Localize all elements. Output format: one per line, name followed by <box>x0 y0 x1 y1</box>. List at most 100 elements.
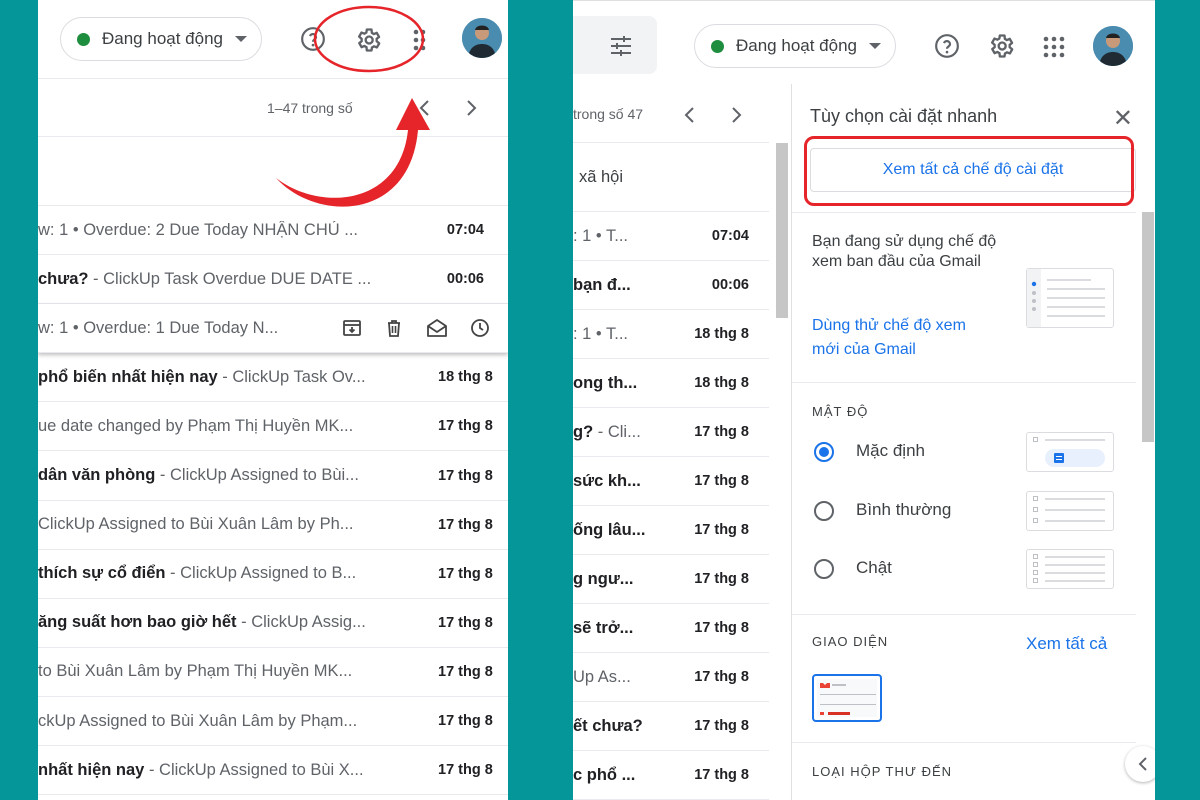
email-row[interactable]: ue date changed by Phạm Thị Huyền MK... 1… <box>38 402 508 452</box>
email-row[interactable]: sức kh... 17 thg 8 <box>573 457 769 506</box>
density-radio[interactable] <box>814 559 834 579</box>
email-time: 17 thg 8 <box>438 516 493 533</box>
density-header: MẬT ĐỘ <box>812 404 869 419</box>
theme-thumbnail[interactable] <box>812 674 882 722</box>
email-subject: nhất hiện nay <box>38 760 145 779</box>
email-snippet: ết chưa? <box>573 717 679 736</box>
view-preview-thumbnail <box>1026 268 1114 328</box>
email-row[interactable]: sẽ trở... 17 thg 8 <box>573 604 769 653</box>
section-divider <box>792 382 1136 383</box>
email-row[interactable]: nhất hiện nay - ClickUp Assigned to Bùi … <box>38 746 508 796</box>
email-row[interactable]: : 1 • T... 07:04 <box>573 212 769 261</box>
email-time: 17 thg 8 <box>438 614 493 631</box>
email-snippet: Up As... <box>573 668 679 687</box>
chevron-right-icon[interactable] <box>727 104 747 126</box>
gear-icon[interactable] <box>987 32 1015 60</box>
email-snippet: bạn đ... <box>573 276 679 295</box>
email-preview: - ClickUp Assigned to B... <box>165 564 357 583</box>
snooze-icon[interactable] <box>470 318 490 338</box>
email-row[interactable]: thích sự cổ điển - ClickUp Assigned to B… <box>38 550 508 599</box>
close-icon[interactable]: ✕ <box>1113 104 1133 133</box>
email-time: 17 thg 8 <box>438 467 493 484</box>
email-time: 17 thg 8 <box>694 424 749 440</box>
email-time: 17 thg 8 <box>694 522 749 538</box>
email-snippet: to Bùi Xuân Lâm by Phạm Thị Huyền MK... <box>38 662 438 681</box>
email-snippet: phổ biến nhất hiện nay - ClickUp Task Ov… <box>38 368 438 387</box>
top-border <box>573 0 1155 1</box>
email-row[interactable]: ong th... 18 thg 8 <box>573 359 769 408</box>
email-preview: ue date changed by Phạm Thị Huyền MK... <box>38 416 354 435</box>
email-snippet: ong th... <box>573 374 679 393</box>
chevron-left-icon[interactable] <box>679 104 699 126</box>
theme-see-all-link[interactable]: Xem tất cả <box>1026 634 1107 654</box>
preview-line <box>1045 556 1105 558</box>
section-divider <box>792 614 1136 615</box>
email-time: 07:04 <box>711 228 749 244</box>
collapse-panel-button[interactable] <box>1125 746 1155 782</box>
email-subject: ong th... <box>573 373 638 392</box>
email-time: 17 thg 8 <box>694 620 749 636</box>
email-preview: : 1 • T... <box>573 226 628 245</box>
email-row[interactable]: g? - Cli... 17 thg 8 <box>573 408 769 457</box>
email-snippet: ClickUp Assigned to Bùi Xuân Lâm by Ph..… <box>38 515 438 534</box>
right-screenshot: Đang hoạt động trong số 47 xã hội : 1 • … <box>573 0 1155 800</box>
email-preview: Up As... <box>573 667 631 686</box>
quick-settings-title: Tùy chọn cài đặt nhanh <box>810 106 998 126</box>
email-row[interactable]: chưa? - ClickUp Task Overdue DUE DATE ..… <box>38 255 508 305</box>
email-row[interactable]: to Bùi Xuân Lâm by Phạm Thị Huyền MK... 1… <box>38 648 508 697</box>
email-snippet: g ngư... <box>573 570 679 589</box>
email-row[interactable]: c phổ ... 17 thg 8 <box>573 751 769 800</box>
highlight-circle <box>313 5 425 73</box>
help-icon[interactable] <box>934 33 960 59</box>
row-actions <box>342 318 508 338</box>
email-preview: ClickUp Assigned to Bùi Xuân Lâm by Ph..… <box>38 515 354 534</box>
category-tab-label[interactable]: xã hội <box>579 168 623 187</box>
preview-checkbox <box>1033 578 1038 583</box>
email-row[interactable]: dân văn phòng - ClickUp Assigned to Bùi.… <box>38 452 508 501</box>
email-row[interactable]: ết chưa? 17 thg 8 <box>573 702 769 751</box>
preview-line <box>1045 519 1105 522</box>
email-time: 18 thg 8 <box>694 326 749 342</box>
email-time: 17 thg 8 <box>438 713 493 729</box>
email-row[interactable]: ăng suất hơn bao giờ hết - ClickUp Assig… <box>38 599 508 648</box>
email-row[interactable]: : 1 • T... 18 thg 8 <box>573 310 769 359</box>
pager-divider <box>573 142 769 143</box>
left-screenshot: Đang hoạt động 1–47 trong số w: 1 • Over… <box>38 0 508 800</box>
email-row[interactable]: g ngư... 17 thg 8 <box>573 555 769 604</box>
email-list-scrollbar[interactable] <box>776 143 788 318</box>
archive-icon[interactable] <box>342 318 362 338</box>
email-snippet: chưa? - ClickUp Task Overdue DUE DATE ..… <box>38 270 438 289</box>
try-new-view-link[interactable]: Dùng thử chế độ xem mới của Gmail <box>812 314 992 362</box>
preview-line <box>1045 564 1105 566</box>
email-row[interactable]: Up As... 17 thg 8 <box>573 653 769 702</box>
email-row[interactable]: phổ biến nhất hiện nay - ClickUp Task Ov… <box>38 353 508 403</box>
preview-attachment-chip <box>1045 449 1105 467</box>
density-preview-thumbnail <box>1026 490 1114 531</box>
email-preview: : 1 • T... <box>573 324 628 343</box>
email-row[interactable]: w: 1 • Overdue: 1 Due Today N... <box>38 304 508 354</box>
apps-icon[interactable] <box>1043 36 1065 58</box>
tune-icon[interactable] <box>609 34 633 58</box>
email-snippet: dân văn phòng - ClickUp Assigned to Bùi.… <box>38 466 438 485</box>
settings-scrollbar[interactable] <box>1142 212 1154 442</box>
inbox-type-header: LOẠI HỘP THƯ ĐẾN <box>812 764 953 779</box>
avatar[interactable] <box>1093 26 1133 66</box>
status-label: Đang hoạt động <box>736 36 857 55</box>
email-snippet: : 1 • T... <box>573 325 679 344</box>
status-dropdown[interactable]: Đang hoạt động <box>694 24 896 68</box>
email-preview: - ClickUp Assigned to Bùi... <box>155 466 359 484</box>
email-row[interactable]: ClickUp Assigned to Bùi Xuân Lâm by Ph..… <box>38 501 508 550</box>
pager-text: trong số 47 <box>573 106 644 122</box>
email-subject: dân văn phòng <box>38 466 156 484</box>
email-preview: - Cli... <box>593 422 641 441</box>
preview-checkbox <box>1033 562 1038 567</box>
density-radio[interactable] <box>814 442 834 462</box>
view-description: Bạn đang sử dụng chế độ xem ban đầu của … <box>812 233 997 270</box>
density-radio[interactable] <box>814 500 834 521</box>
mark-read-icon[interactable] <box>426 318 448 338</box>
email-row[interactable]: ckUp Assigned to Bùi Xuân Lâm by Phạm...… <box>38 697 508 746</box>
email-snippet: g? - Cli... <box>573 423 679 442</box>
email-row[interactable]: ống lâu... 17 thg 8 <box>573 506 769 555</box>
delete-icon[interactable] <box>384 318 404 338</box>
email-row[interactable]: bạn đ... 00:06 <box>573 261 769 310</box>
